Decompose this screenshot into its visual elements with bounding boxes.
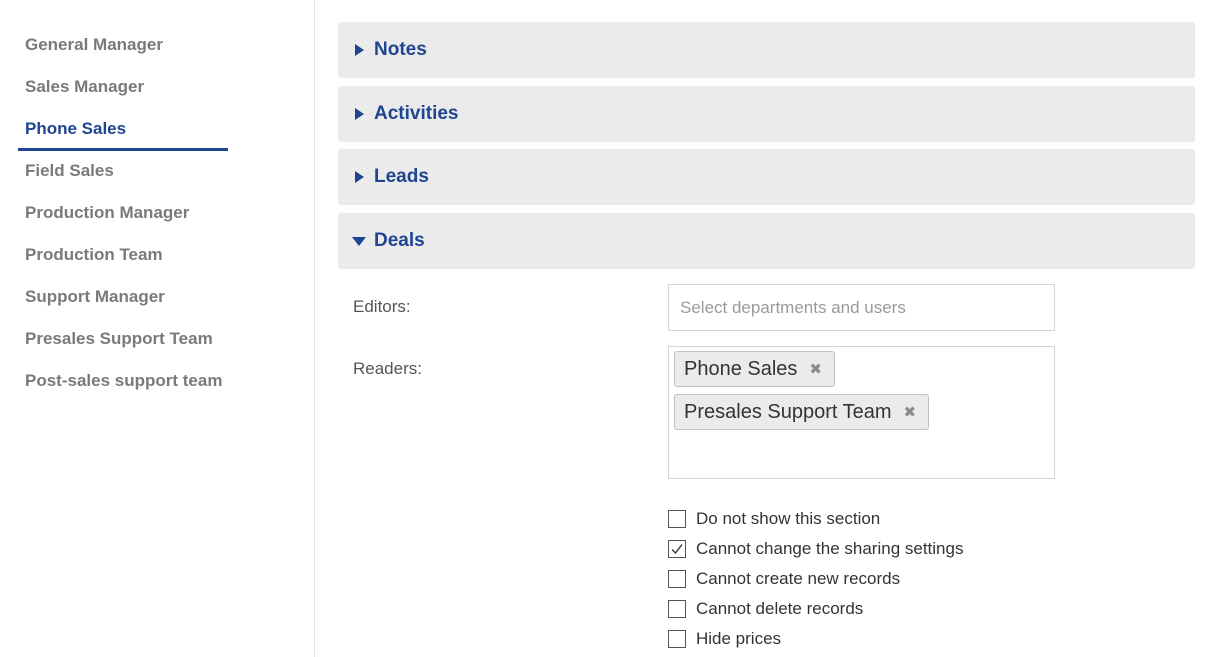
section-activities-header[interactable]: Activities [338,86,1195,142]
editors-input[interactable] [668,284,1055,331]
option-cannot-change-sharing[interactable]: Cannot change the sharing settings [668,539,963,559]
option-cannot-delete-records[interactable]: Cannot delete records [668,599,863,619]
editors-label: Editors: [353,297,411,316]
role-phone-sales[interactable]: Phone Sales [25,119,126,139]
section-title: Activities [374,103,459,124]
checkbox[interactable] [668,630,686,648]
role-post-sales-support-team[interactable]: Post-sales support team [25,371,222,391]
role-presales-support-team[interactable]: Presales Support Team [25,329,213,349]
role-sales-manager[interactable]: Sales Manager [25,77,144,97]
role-support-manager[interactable]: Support Manager [25,287,165,307]
option-do-not-show-section[interactable]: Do not show this section [668,509,880,529]
caret-right-icon [355,108,364,120]
caret-right-icon [355,44,364,56]
reader-tag-presales-support-team: Presales Support Team ✖ [674,394,930,430]
close-icon[interactable]: ✖ [904,403,917,421]
checkbox-label: Cannot change the sharing settings [696,539,964,558]
tag-label: Presales Support Team [684,400,892,423]
role-production-manager[interactable]: Production Manager [25,203,189,223]
checkbox-label: Cannot delete records [696,599,864,618]
checkbox-label: Hide prices [696,629,782,648]
role-field-sales[interactable]: Field Sales [25,161,114,181]
checkbox[interactable] [668,600,686,618]
caret-down-icon [352,237,366,246]
section-deals-header[interactable]: Deals [338,213,1195,269]
checkbox[interactable] [668,510,686,528]
reader-tag-phone-sales: Phone Sales ✖ [674,351,835,387]
option-cannot-create-records[interactable]: Cannot create new records [668,569,900,589]
section-title: Leads [374,166,429,187]
active-role-indicator [18,148,228,151]
tag-label: Phone Sales [684,357,798,380]
roles-sidebar: General Manager Sales Manager Phone Sale… [0,0,315,657]
checkbox[interactable] [668,570,686,588]
checkbox-label: Cannot create new records [696,569,901,588]
checkbox[interactable] [668,540,686,558]
section-title: Deals [374,230,425,251]
close-icon[interactable]: ✖ [809,360,822,378]
checkbox-label: Do not show this section [696,509,881,528]
readers-label: Readers: [353,359,422,378]
section-notes-header[interactable]: Notes [338,22,1195,78]
role-production-team[interactable]: Production Team [25,245,163,265]
caret-right-icon [355,171,364,183]
checkmark-icon [671,544,683,555]
section-leads-header[interactable]: Leads [338,149,1195,205]
section-title: Notes [374,39,427,60]
readers-field[interactable]: Phone Sales ✖ Presales Support Team ✖ [668,346,1055,479]
role-general-manager[interactable]: General Manager [25,35,163,55]
option-hide-prices[interactable]: Hide prices [668,629,781,649]
